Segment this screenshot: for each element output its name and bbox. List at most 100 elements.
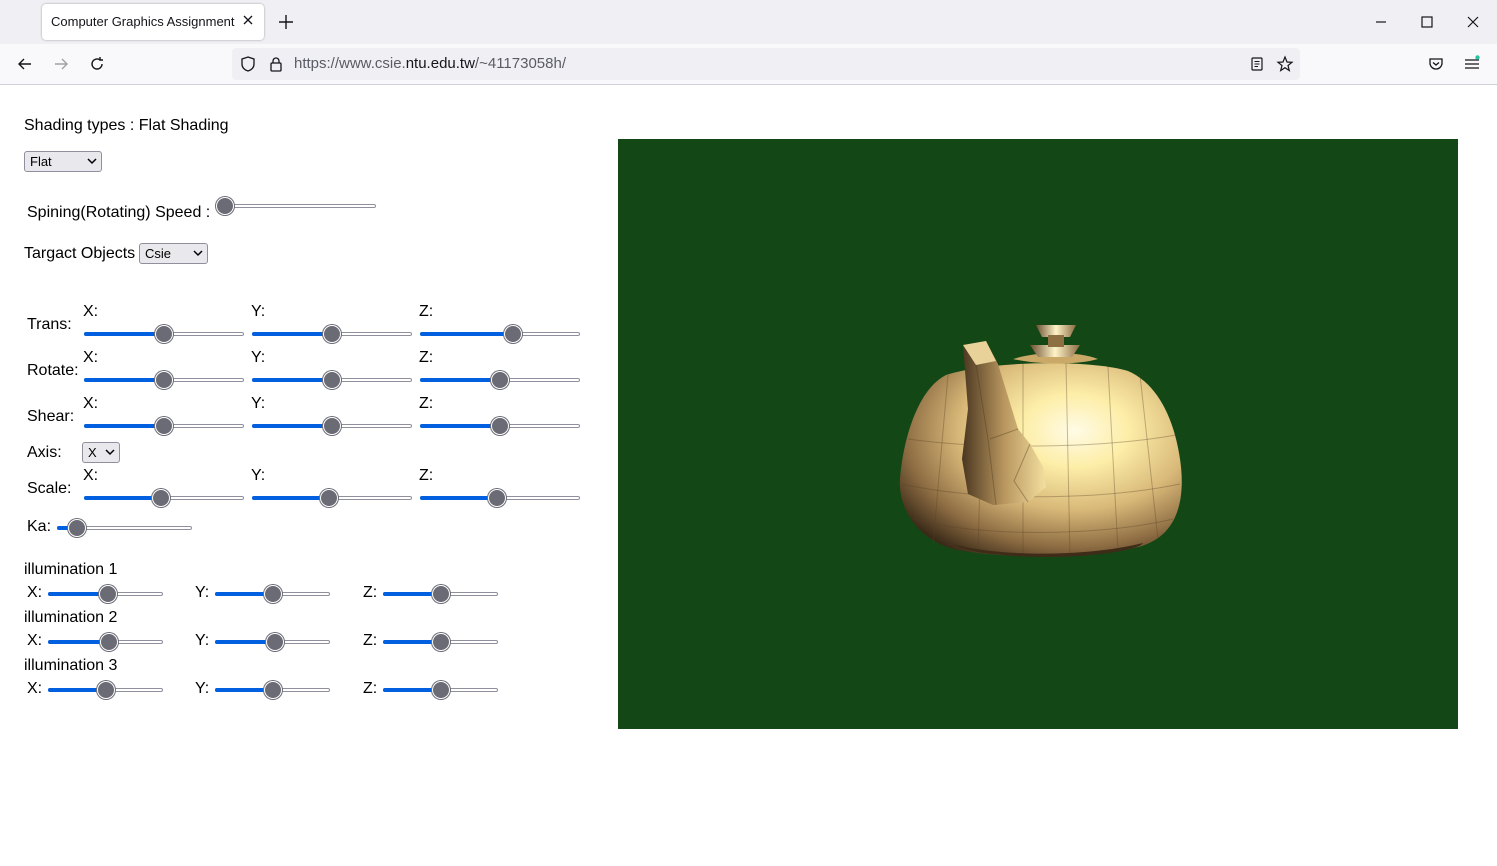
trans-z-slider[interactable] — [420, 324, 580, 344]
browser-tab[interactable]: Computer Graphics Assignment — [42, 4, 264, 40]
menu-icon[interactable] — [1462, 54, 1482, 74]
illum3-z-slider[interactable] — [383, 680, 498, 700]
slider-thumb[interactable] — [96, 681, 115, 699]
illum3-y-slider[interactable] — [215, 680, 330, 700]
scale-z-label: Z: — [419, 467, 434, 484]
trans-x-slider[interactable] — [84, 324, 244, 344]
scale-x-slider[interactable] — [84, 488, 244, 508]
illum2-x-slider[interactable] — [48, 632, 163, 652]
slider-thumb[interactable] — [263, 681, 282, 699]
rotate-z-slider[interactable] — [420, 370, 580, 390]
slider-thumb[interactable] — [487, 489, 506, 507]
slider-thumb[interactable] — [431, 585, 450, 603]
slider-thumb[interactable] — [431, 681, 450, 699]
reader-view-icon[interactable] — [1248, 55, 1266, 73]
shading-type-label: Shading types : Flat Shading — [24, 117, 229, 134]
slider-thumb[interactable] — [503, 325, 522, 343]
slider-thumb[interactable] — [265, 633, 284, 651]
back-icon[interactable] — [15, 54, 35, 74]
illum2-z-slider[interactable] — [383, 632, 498, 652]
shading-select[interactable]: Flat — [24, 151, 102, 172]
rotate-x-slider[interactable] — [84, 370, 244, 390]
slider-thumb[interactable] — [323, 325, 341, 343]
illumination-1-label: illumination 1 — [24, 561, 118, 578]
illum2-y-label: Y: — [195, 632, 210, 649]
scale-x-label: X: — [83, 467, 99, 484]
shield-icon[interactable] — [239, 55, 257, 73]
trans-y-slider[interactable] — [252, 324, 412, 344]
lock-icon[interactable] — [267, 55, 285, 73]
shear-x-label: X: — [83, 395, 99, 412]
illum3-z-label: Z: — [363, 680, 378, 697]
shear-z-slider[interactable] — [420, 416, 580, 436]
shear-z-label: Z: — [419, 395, 434, 412]
tab-title: Computer Graphics Assignment — [51, 14, 235, 29]
slider-thumb[interactable] — [491, 417, 509, 435]
slider-thumb[interactable] — [155, 325, 173, 343]
slider-thumb[interactable] — [263, 585, 282, 603]
slider-thumb[interactable] — [99, 633, 118, 651]
address-bar[interactable]: https://www.csie.ntu.edu.tw/~41173058h/ — [232, 48, 1300, 80]
slider-thumb[interactable] — [68, 519, 87, 537]
slider-thumb[interactable] — [323, 417, 341, 435]
shear-x-slider[interactable] — [84, 416, 244, 436]
illumination-2-label: illumination 2 — [24, 609, 118, 626]
browser-navbar: https://www.csie.ntu.edu.tw/~41173058h/ — [0, 44, 1497, 85]
illum1-y-label: Y: — [195, 584, 210, 601]
maximize-icon[interactable] — [1417, 12, 1437, 32]
reload-icon[interactable] — [87, 54, 107, 74]
slider-fill — [252, 378, 332, 382]
slider-thumb[interactable] — [491, 371, 509, 389]
illum3-y-label: Y: — [195, 680, 210, 697]
rotate-y-slider[interactable] — [252, 370, 412, 390]
slider-thumb[interactable] — [216, 197, 234, 215]
slider-thumb[interactable] — [323, 371, 341, 389]
slider-thumb[interactable] — [431, 633, 450, 651]
axis-select[interactable]: X — [82, 442, 120, 463]
slider-track — [216, 204, 376, 208]
illum2-x-label: X: — [27, 632, 43, 649]
illum1-z-slider[interactable] — [383, 584, 498, 604]
trans-x-label: X: — [83, 303, 99, 320]
forward-icon[interactable] — [51, 54, 71, 74]
illum1-x-label: X: — [27, 584, 43, 601]
trans-z-label: Z: — [419, 303, 434, 320]
close-window-icon[interactable] — [1463, 12, 1483, 32]
slider-fill — [84, 496, 161, 500]
illum2-z-label: Z: — [363, 632, 378, 649]
slider-thumb[interactable] — [151, 489, 170, 507]
minimize-icon[interactable] — [1371, 12, 1391, 32]
scale-z-slider[interactable] — [420, 488, 580, 508]
speed-label: Spining(Rotating) Speed : — [27, 204, 211, 221]
slider-thumb[interactable] — [155, 371, 173, 389]
illum3-x-slider[interactable] — [48, 680, 163, 700]
new-tab-icon[interactable] — [276, 12, 296, 32]
teapot-knob-stem — [1048, 335, 1064, 347]
bookmark-star-icon[interactable] — [1276, 55, 1294, 73]
slider-fill — [420, 332, 513, 336]
webgl-canvas[interactable] — [618, 139, 1458, 729]
scale-y-slider[interactable] — [252, 488, 412, 508]
shear-y-label: Y: — [251, 395, 266, 412]
ka-label: Ka: — [27, 518, 52, 535]
pocket-icon[interactable] — [1426, 54, 1446, 74]
shear-y-slider[interactable] — [252, 416, 412, 436]
slider-fill — [84, 332, 164, 336]
illum1-x-slider[interactable] — [48, 584, 163, 604]
url-text: https://www.csie.ntu.edu.tw/~41173058h/ — [294, 55, 566, 72]
speed-slider[interactable] — [216, 196, 376, 216]
slider-thumb[interactable] — [155, 417, 173, 435]
target-object-select[interactable]: Csie — [139, 243, 208, 264]
illum2-y-slider[interactable] — [215, 632, 330, 652]
trans-label: Trans: — [27, 316, 72, 333]
slider-thumb[interactable] — [98, 585, 117, 603]
chevron-down-icon — [87, 158, 97, 165]
close-tab-icon[interactable] — [240, 12, 256, 28]
slider-thumb[interactable] — [319, 489, 338, 507]
illum1-z-label: Z: — [363, 584, 378, 601]
ka-slider[interactable] — [57, 518, 192, 538]
target-objects-label: Targact Objects — [24, 245, 136, 262]
slider-fill — [84, 424, 164, 428]
illum1-y-slider[interactable] — [215, 584, 330, 604]
slider-fill — [252, 424, 332, 428]
